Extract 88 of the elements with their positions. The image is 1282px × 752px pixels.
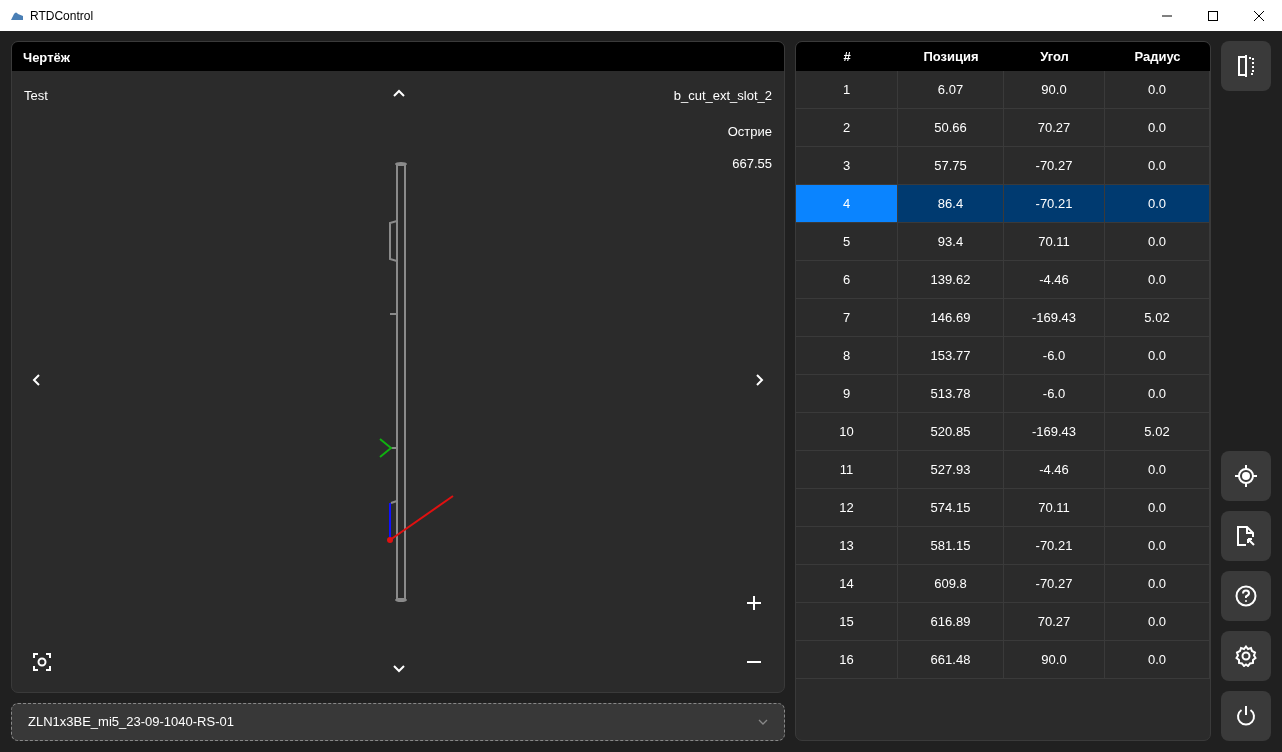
table-cell[interactable]: 0.0 (1105, 641, 1210, 679)
table-cell[interactable]: 7 (796, 299, 898, 337)
zoom-in-icon[interactable] (745, 594, 763, 612)
table-cell[interactable]: 0.0 (1105, 375, 1210, 413)
table-cell[interactable]: 0.0 (1105, 527, 1210, 565)
table-cell[interactable]: 574.15 (898, 489, 1004, 527)
column-header: Позиция (898, 42, 1004, 71)
table-cell[interactable]: 2 (796, 109, 898, 147)
table-cell[interactable]: 0.0 (1105, 71, 1210, 109)
contour-name: b_cut_ext_slot_2 (673, 87, 772, 105)
table-cell[interactable]: 10 (796, 413, 898, 451)
column-header: # (796, 42, 898, 71)
column-header: Радиус (1105, 42, 1210, 71)
table-cell[interactable]: 0.0 (1105, 603, 1210, 641)
app-logo-icon (10, 10, 24, 21)
table-cell[interactable]: -4.46 (1004, 451, 1105, 489)
table-cell[interactable]: 70.11 (1004, 489, 1105, 527)
close-icon[interactable] (1254, 10, 1264, 21)
table-cell[interactable]: 90.0 (1004, 641, 1105, 679)
table-cell[interactable]: 520.85 (898, 413, 1004, 451)
target-icon[interactable] (1221, 451, 1271, 501)
table-cell[interactable]: 50.66 (898, 109, 1004, 147)
fit-view-icon[interactable] (32, 652, 52, 672)
table-cell[interactable]: 5 (796, 223, 898, 261)
panel-title: Чертёж (12, 42, 784, 71)
table-cell[interactable]: 616.89 (898, 603, 1004, 641)
help-icon[interactable] (1221, 571, 1271, 621)
table-cell[interactable]: 3 (796, 147, 898, 185)
table-cell[interactable]: -169.43 (1004, 299, 1105, 337)
table-cell[interactable]: -70.21 (1004, 185, 1105, 223)
table-cell[interactable]: 661.48 (898, 641, 1004, 679)
part-name: Test (24, 87, 48, 105)
table-cell[interactable]: 527.93 (898, 451, 1004, 489)
table-cell[interactable]: 153.77 (898, 337, 1004, 375)
maximize-icon[interactable] (1208, 10, 1218, 21)
table-cell[interactable]: 12 (796, 489, 898, 527)
table-cell[interactable]: 139.62 (898, 261, 1004, 299)
table-cell[interactable]: 57.75 (898, 147, 1004, 185)
table-cell[interactable]: -70.27 (1004, 565, 1105, 603)
table-cell[interactable]: 9 (796, 375, 898, 413)
table-cell[interactable]: 5.02 (1105, 413, 1210, 451)
table-cell[interactable]: 70.27 (1004, 603, 1105, 641)
table-cell[interactable]: 93.4 (898, 223, 1004, 261)
table-cell[interactable]: 609.8 (898, 565, 1004, 603)
table-cell[interactable]: 70.27 (1004, 109, 1105, 147)
table-cell[interactable]: 86.4 (898, 185, 1004, 223)
table-cell[interactable]: 6 (796, 261, 898, 299)
table-cell[interactable]: 6.07 (898, 71, 1004, 109)
file-export-icon[interactable] (1221, 511, 1271, 561)
table-cell[interactable]: -169.43 (1004, 413, 1105, 451)
table-cell[interactable]: 0.0 (1105, 565, 1210, 603)
settings-icon[interactable] (1221, 631, 1271, 681)
table-cell[interactable]: 0.0 (1105, 451, 1210, 489)
power-icon[interactable] (1221, 691, 1271, 741)
table-cell[interactable]: 70.11 (1004, 223, 1105, 261)
table-cell[interactable]: -4.46 (1004, 261, 1105, 299)
table-cell[interactable]: -70.21 (1004, 527, 1105, 565)
table-cell[interactable]: 14 (796, 565, 898, 603)
length-value: 667.55 (732, 155, 772, 173)
table-cell[interactable]: 16 (796, 641, 898, 679)
table-cell[interactable]: 0.0 (1105, 147, 1210, 185)
table-cell[interactable]: 0.0 (1105, 337, 1210, 375)
column-header: Угол (1004, 42, 1105, 71)
table-cell[interactable]: -6.0 (1004, 337, 1105, 375)
window-title: RTDControl (30, 7, 94, 25)
program-name: ZLN1x3BE_mi5_23-09-1040-RS-01 (28, 713, 234, 732)
table-cell[interactable]: 0.0 (1105, 223, 1210, 261)
table-cell[interactable]: -6.0 (1004, 375, 1105, 413)
table-cell[interactable]: 11 (796, 451, 898, 489)
table-cell[interactable]: 0.0 (1105, 109, 1210, 147)
table-cell[interactable]: 0.0 (1105, 185, 1210, 223)
table-cell[interactable]: 13 (796, 527, 898, 565)
program-dropdown[interactable]: ZLN1x3BE_mi5_23-09-1040-RS-01 (11, 703, 785, 741)
table-cell[interactable]: -70.27 (1004, 147, 1105, 185)
table-cell[interactable]: 513.78 (898, 375, 1004, 413)
table-cell[interactable]: 1 (796, 71, 898, 109)
table-cell[interactable]: 8 (796, 337, 898, 375)
table-cell[interactable]: 0.0 (1105, 261, 1210, 299)
table-cell[interactable]: 146.69 (898, 299, 1004, 337)
caret-icon (758, 719, 768, 725)
table-cell[interactable]: 0.0 (1105, 489, 1210, 527)
table-cell[interactable]: 4 (796, 185, 898, 223)
tool-name: Острие (727, 123, 772, 141)
table-cell[interactable]: 581.15 (898, 527, 1004, 565)
table-cell[interactable]: 15 (796, 603, 898, 641)
table-cell[interactable]: 90.0 (1004, 71, 1105, 109)
mirror-icon[interactable] (1221, 41, 1271, 91)
table-cell[interactable]: 5.02 (1105, 299, 1210, 337)
